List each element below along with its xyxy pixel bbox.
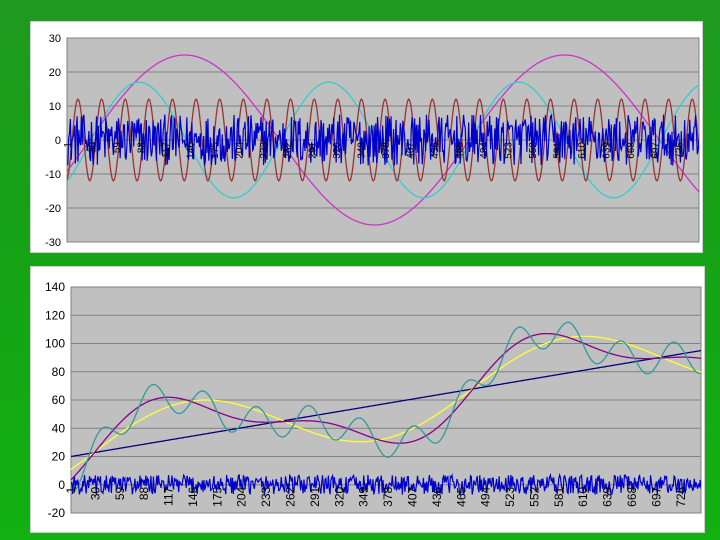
x-tick-label: 697 <box>649 486 663 506</box>
x-tick-label: 204 <box>235 486 249 506</box>
x-tick-label: 436 <box>430 142 441 159</box>
y-tick-label: 100 <box>45 337 65 351</box>
y-tick-label: 20 <box>52 450 66 464</box>
x-tick-label: 378 <box>381 142 392 159</box>
x-tick-label: 88 <box>136 142 147 154</box>
x-tick-label: 233 <box>259 142 270 159</box>
x-tick-label: 610 <box>576 486 590 506</box>
x-tick-label: 523 <box>503 486 517 506</box>
x-tick-label: 668 <box>626 142 637 159</box>
y-tick-label: 0 <box>55 135 61 147</box>
x-tick-label: 668 <box>625 486 639 506</box>
x-tick-label: 349 <box>357 486 371 506</box>
y-tick-label: -30 <box>45 237 61 249</box>
x-tick-label: 262 <box>284 486 298 506</box>
x-tick-label: 59 <box>112 142 123 154</box>
x-tick-label: 378 <box>381 486 395 506</box>
x-tick-label: 726 <box>675 142 686 159</box>
x-tick-label: 320 <box>332 486 346 506</box>
x-tick-label: 552 <box>528 142 539 159</box>
x-tick-label: 697 <box>650 142 661 159</box>
y-tick-label: 40 <box>52 421 66 435</box>
x-tick-label: 175 <box>210 486 224 506</box>
x-tick-label: 59 <box>113 486 127 500</box>
x-tick-label: 349 <box>357 142 368 159</box>
x-tick-label: 610 <box>577 142 588 159</box>
x-tick-label: 639 <box>601 142 612 159</box>
y-tick-label: 80 <box>52 365 66 379</box>
y-tick-label: 30 <box>49 33 61 45</box>
x-tick-label: 581 <box>552 486 566 506</box>
y-tick-label: -10 <box>45 169 61 181</box>
y-tick-label: 120 <box>45 308 65 322</box>
chart-bottom-svg: 140120100806040200-201 30 59 88 117 146 175 204… <box>45 280 702 520</box>
x-tick-label: 494 <box>479 486 493 506</box>
x-tick-label: 465 <box>454 486 468 506</box>
y-tick-label: 60 <box>52 393 66 407</box>
x-tick-label: 523 <box>504 142 515 159</box>
x-tick-label: 117 <box>162 486 176 505</box>
x-tick-label: 581 <box>552 142 563 159</box>
x-tick-label: 117 <box>161 142 172 158</box>
x-tick-label: 262 <box>283 142 294 159</box>
x-tick-label: 494 <box>479 142 490 159</box>
x-tick-label: 204 <box>234 142 245 159</box>
y-tick-label: 140 <box>45 280 65 294</box>
x-tick-label: 30 <box>88 142 99 154</box>
y-tick-label: -20 <box>48 506 66 520</box>
x-tick-label: 146 <box>186 486 200 506</box>
x-tick-label: 639 <box>601 486 615 506</box>
y-tick-label: 10 <box>49 101 61 113</box>
x-tick-label: 436 <box>430 486 444 506</box>
x-tick-label: 407 <box>406 486 420 506</box>
x-tick-label: 1 <box>63 142 74 148</box>
x-tick-label: 291 <box>308 486 322 506</box>
chart-top-svg: 30 20 10 0 -10 -20 -30 1 30 59 88 117 146 175 204 233 26… <box>45 33 700 249</box>
x-tick-label: 88 <box>137 486 151 500</box>
x-tick-label: 291 <box>308 142 319 159</box>
chart-panel-top: 30 20 10 0 -10 -20 -30 1 30 59 88 117 146 175 204 233 26… <box>30 21 703 253</box>
x-tick-label: 1 <box>64 486 78 493</box>
y-tick-label: 20 <box>49 67 61 79</box>
x-tick-label: 146 <box>185 142 196 159</box>
x-tick-label: 726 <box>674 486 688 506</box>
y-tick-label: -20 <box>45 203 61 215</box>
x-tick-label: 465 <box>455 142 466 159</box>
x-tick-label: 175 <box>210 142 221 159</box>
x-tick-label: 320 <box>332 142 343 159</box>
x-tick-label: 30 <box>88 486 102 500</box>
x-tick-label: 233 <box>259 486 273 506</box>
x-tick-label: 407 <box>406 142 417 159</box>
x-tick-label: 552 <box>528 486 542 506</box>
chart-panel-bottom: 140 120 100 80 60 40 20 0 -20 1 30 59 88 117 146 175 204… <box>30 266 705 533</box>
